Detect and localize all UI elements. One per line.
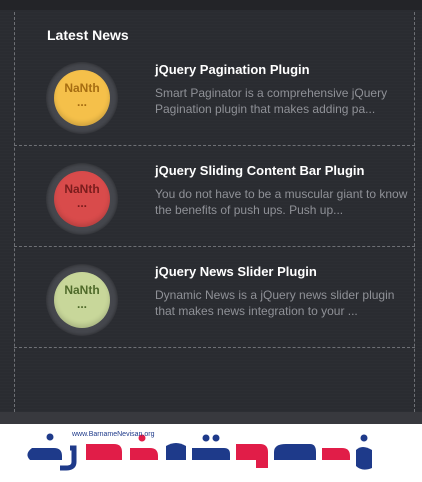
news-excerpt: Smart Paginator is a comprehensive jQuer… bbox=[155, 85, 417, 117]
thumbnail-ellipsis: ... bbox=[76, 196, 87, 210]
widget-top-bar bbox=[0, 0, 422, 10]
excerpt-line: Smart Paginator is a comprehensive jQuer… bbox=[155, 86, 388, 100]
thumbnail-image[interactable]: NaNth ... bbox=[54, 272, 110, 328]
widget-heading: Latest News bbox=[47, 27, 129, 43]
thumbnail-ring: NaNth ... bbox=[46, 62, 118, 134]
news-item[interactable]: NaNth ... jQuery News Slider Plugin Dyna… bbox=[14, 248, 415, 348]
site-logo: www.BarnameNevisan.org bbox=[10, 424, 422, 477]
latest-news-widget: Latest News NaNth ... jQuery Pagination … bbox=[0, 0, 422, 424]
thumbnail-text: NaNth bbox=[64, 283, 100, 297]
thumbnail-text: NaNth bbox=[64, 81, 100, 95]
news-title-link[interactable]: jQuery News Slider Plugin bbox=[155, 264, 317, 279]
widget-bottom-bar bbox=[0, 412, 422, 424]
news-title-link[interactable]: jQuery Pagination Plugin bbox=[155, 62, 310, 77]
thumbnail-image[interactable]: NaNth ... bbox=[54, 171, 110, 227]
news-excerpt: Dynamic News is a jQuery news slider plu… bbox=[155, 287, 417, 319]
excerpt-line: You do not have to be a muscular giant t… bbox=[155, 187, 408, 201]
excerpt-line: Dynamic News is a jQuery news slider plu… bbox=[155, 288, 395, 302]
thumbnail-image[interactable]: NaNth ... bbox=[54, 70, 110, 126]
thumbnail-ellipsis: ... bbox=[76, 95, 87, 109]
thumbnail-ellipsis: ... bbox=[76, 297, 87, 311]
news-item[interactable]: NaNth ... jQuery Pagination Plugin Smart… bbox=[14, 46, 415, 146]
excerpt-line: Pagination plugin that makes adding pa..… bbox=[155, 102, 376, 116]
logo-url-text: www.BarnameNevisan.org bbox=[71, 431, 155, 438]
thumbnail-ring: NaNth ... bbox=[46, 163, 118, 235]
thumbnail-text: NaNth bbox=[64, 182, 100, 196]
excerpt-line: the benefits of push ups. Push up... bbox=[155, 203, 344, 217]
excerpt-line: that makes news integration to your ... bbox=[155, 304, 358, 318]
news-excerpt: You do not have to be a muscular giant t… bbox=[155, 186, 417, 218]
news-title-link[interactable]: jQuery Sliding Content Bar Plugin bbox=[155, 163, 364, 178]
news-item[interactable]: NaNth ... jQuery Sliding Content Bar Plu… bbox=[14, 147, 415, 247]
barnamenevisan-logo-image: www.BarnameNevisan.org bbox=[27, 431, 372, 471]
thumbnail-ring: NaNth ... bbox=[46, 264, 118, 336]
